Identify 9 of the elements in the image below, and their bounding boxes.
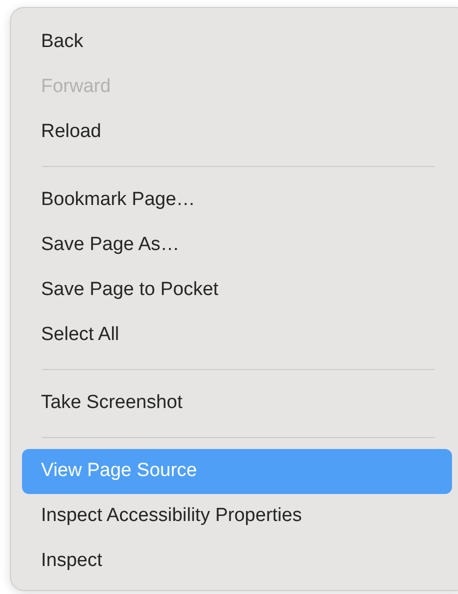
menu-item[interactable]: Save Page to Pocket (22, 268, 452, 313)
menu-item[interactable]: Bookmark Page… (22, 178, 452, 223)
menu-item[interactable]: Select All (22, 313, 452, 358)
menu-item[interactable]: Inspect (22, 539, 452, 584)
menu-item[interactable]: Take Screenshot (22, 381, 452, 426)
menu-item[interactable]: Back (22, 20, 452, 65)
menu-item[interactable]: Save Page As… (22, 223, 452, 268)
menu-item[interactable]: Reload (22, 110, 452, 155)
menu-item[interactable]: Inspect Accessibility Properties (22, 494, 452, 539)
